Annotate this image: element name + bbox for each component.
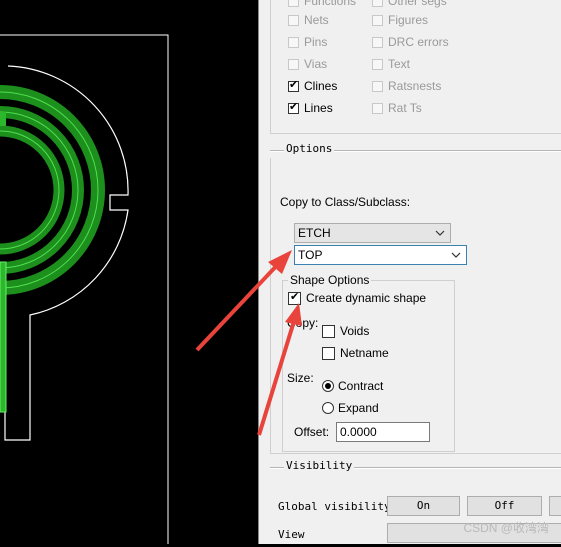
checkbox[interactable] (372, 36, 383, 48)
checkbox[interactable] (288, 14, 299, 26)
small-pad (0, 112, 6, 126)
checkbox[interactable]: ✔ (288, 100, 299, 114)
checkbox[interactable] (372, 14, 383, 26)
checkbox[interactable] (372, 0, 383, 7)
create-dynamic-shape-checkbox[interactable]: ✔ Create dynamic shape (288, 290, 426, 306)
netname-checkbox[interactable]: Netname (322, 345, 389, 361)
checkbox[interactable] (372, 80, 383, 92)
voids-label: Voids (340, 324, 370, 338)
filter-item-pins[interactable]: Pins (288, 34, 327, 50)
size-label: Size: (287, 371, 314, 385)
expand-radio[interactable]: Expand (322, 400, 379, 416)
filter-label: Nets (304, 13, 329, 27)
visibility-extra-button[interactable] (549, 496, 561, 516)
watermark: CSDN @收湾湾 (463, 521, 549, 535)
arc-traces (0, 85, 105, 295)
checkbox[interactable] (288, 36, 299, 48)
expand-label: Expand (338, 401, 379, 415)
chevron-down-icon (435, 230, 445, 236)
offset-input[interactable]: 0.0000 (336, 422, 430, 442)
filter-item-functions[interactable]: Functions (288, 0, 356, 9)
netname-label: Netname (340, 346, 389, 360)
radio[interactable] (322, 402, 334, 414)
class-select[interactable]: ETCH (294, 223, 451, 243)
checkbox[interactable] (322, 324, 335, 338)
arc-trace-3 (0, 125, 65, 255)
filter-label: Clines (304, 79, 338, 93)
filter-label: Lines (304, 101, 333, 115)
checkbox[interactable] (288, 0, 299, 7)
filter-label: DRC errors (388, 35, 449, 49)
filter-label: Pins (304, 35, 328, 49)
visibility-title: Visibility (284, 459, 355, 472)
filter-item-nets[interactable]: Nets (288, 12, 329, 28)
pcb-canvas[interactable] (0, 0, 258, 544)
filter-label: Text (388, 57, 411, 71)
filter-item-vias[interactable]: Vias (288, 56, 327, 72)
filter-label: Figures (388, 13, 429, 27)
filter-item-lines[interactable]: ✔ Lines (288, 100, 333, 116)
voids-checkbox[interactable]: Voids (322, 323, 369, 339)
chevron-down-icon (451, 252, 461, 258)
class-value: ETCH (298, 226, 331, 240)
checkbox[interactable]: ✔ (288, 78, 299, 92)
contract-radio[interactable]: Contract (322, 378, 383, 394)
checkbox[interactable]: ✔ (288, 290, 301, 305)
filter-item-drc-errors[interactable]: DRC errors (372, 34, 449, 50)
filter-label: Vias (304, 57, 328, 71)
options-panel: Functions Nets Pins Vias ✔ Clines ✔ Line… (258, 0, 561, 544)
visibility-on-button[interactable]: On (387, 496, 460, 516)
options-title: Options (284, 142, 335, 155)
filter-label: Rat Ts (388, 101, 422, 115)
view-label: View (278, 528, 305, 541)
filter-label: Functions (304, 0, 357, 8)
global-visibility-label: Global visibility (278, 500, 391, 513)
pcb-drawing (0, 34, 169, 544)
subclass-value: TOP (298, 248, 323, 262)
check-icon: ✔ (289, 100, 299, 113)
offset-label: Offset: (294, 425, 330, 439)
filter-item-ratsnests[interactable]: Ratsnests (372, 78, 441, 94)
create-dynamic-shape-label: Create dynamic shape (306, 291, 427, 305)
filter-item-text[interactable]: Text (372, 56, 410, 72)
filter-label: Ratsnests (388, 79, 442, 93)
checkbox[interactable] (322, 346, 335, 360)
offset-value: 0.0000 (340, 425, 377, 439)
filter-item-figures[interactable]: Figures (372, 12, 428, 28)
checkbox[interactable] (372, 102, 383, 114)
filter-label: Other segs (388, 0, 447, 8)
checkbox[interactable] (372, 58, 383, 70)
filter-item-clines[interactable]: ✔ Clines (288, 78, 337, 94)
check-icon: ✔ (289, 78, 299, 91)
check-icon: ✔ (290, 290, 300, 303)
vertical-trace (0, 262, 6, 412)
subclass-select[interactable]: TOP (294, 245, 467, 265)
shape-options-title: Shape Options (288, 273, 372, 287)
copy-to-label: Copy to Class/Subclass: (280, 195, 411, 209)
radio[interactable] (322, 380, 334, 392)
arc-trace-3-edge (0, 130, 60, 250)
contract-label: Contract (338, 379, 384, 393)
filter-item-rat-ts[interactable]: Rat Ts (372, 100, 422, 116)
filter-item-other-segs[interactable]: Other segs (372, 0, 447, 9)
copy-label: Copy: (287, 316, 319, 330)
visibility-off-button[interactable]: Off (467, 496, 542, 516)
checkbox[interactable] (288, 58, 299, 70)
